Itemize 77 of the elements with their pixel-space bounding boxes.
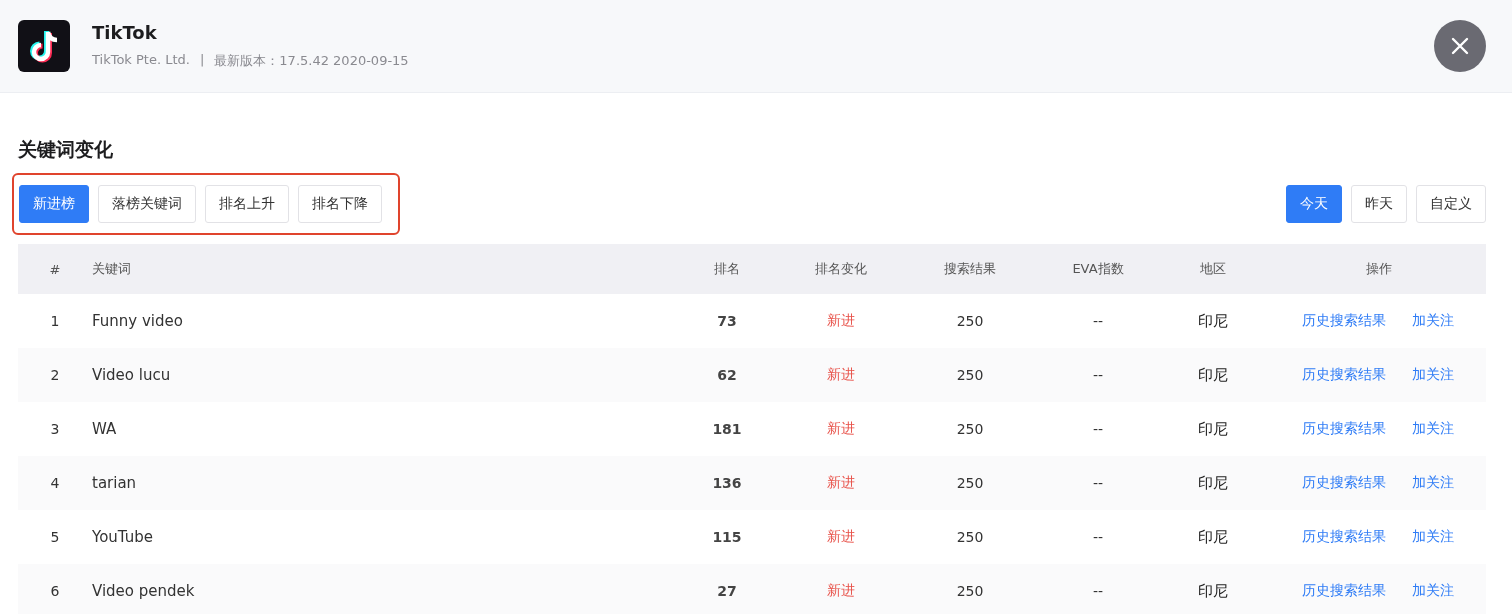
- action-link[interactable]: 加关注: [1412, 582, 1454, 600]
- filter-tab[interactable]: 排名上升: [205, 185, 289, 223]
- keyword-cell-text: Video lucu: [92, 366, 172, 384]
- rank-cell-text: 27: [716, 583, 738, 599]
- publisher-name: TikTok Pte. Ltd.: [92, 52, 190, 69]
- search-results-cell-text: 250: [955, 529, 985, 545]
- rank-change-cell-text: 新进: [826, 582, 856, 600]
- rank-cell-text: 73: [716, 313, 738, 329]
- rank-change-cell-text: 新进: [826, 474, 856, 492]
- rank-change-cell-text: 新进: [826, 366, 856, 384]
- region-cell-text: 印尼: [1197, 581, 1229, 601]
- row-number: 1: [49, 313, 61, 329]
- eva-index-cell-text: --: [1091, 529, 1105, 545]
- rank-change-cell-text: 新进: [826, 420, 856, 438]
- version-info: 最新版本：17.5.42 2020-09-15: [214, 52, 409, 70]
- rank-cell-text: 136: [711, 475, 743, 491]
- region-cell-text: 印尼: [1197, 473, 1229, 493]
- filter-tab[interactable]: 新进榜: [19, 185, 89, 223]
- rank-change-cell-text: 新进: [826, 312, 856, 330]
- keyword-cell-text: tarian: [92, 474, 138, 492]
- action-link[interactable]: 历史搜索结果: [1302, 474, 1386, 492]
- eva-index-cell-text: --: [1091, 475, 1105, 491]
- row-number: 6: [49, 583, 61, 599]
- column-header: 搜索结果: [943, 260, 997, 278]
- filter-tab[interactable]: 落榜关键词: [98, 185, 196, 223]
- eva-index-cell-text: --: [1091, 313, 1105, 329]
- action-link[interactable]: 历史搜索结果: [1302, 528, 1386, 546]
- date-tab[interactable]: 自定义: [1416, 185, 1486, 223]
- search-results-cell-text: 250: [955, 367, 985, 383]
- column-header: 操作: [1365, 260, 1393, 278]
- action-link[interactable]: 历史搜索结果: [1302, 312, 1386, 330]
- rank-change-cell-text: 新进: [826, 528, 856, 546]
- close-icon: [1451, 37, 1469, 55]
- eva-index-cell-text: --: [1091, 583, 1105, 599]
- close-button[interactable]: [1434, 20, 1486, 72]
- column-header: #: [48, 261, 62, 277]
- eva-index-cell-text: --: [1091, 367, 1105, 383]
- action-link[interactable]: 历史搜索结果: [1302, 582, 1386, 600]
- keyword-cell-text: Video pendek: [92, 582, 196, 600]
- separator-text: |: [199, 52, 205, 69]
- section-title: 关键词变化: [18, 137, 114, 162]
- region-cell-text: 印尼: [1197, 311, 1229, 331]
- action-link[interactable]: 历史搜索结果: [1302, 366, 1386, 384]
- rank-cell-text: 115: [711, 529, 743, 545]
- search-results-cell-text: 250: [955, 421, 985, 437]
- date-tab[interactable]: 昨天: [1351, 185, 1407, 223]
- search-results-cell-text: 250: [955, 313, 985, 329]
- row-number: 5: [49, 529, 61, 545]
- region-cell-text: 印尼: [1197, 527, 1229, 547]
- rank-cell-text: 62: [716, 367, 738, 383]
- column-header: 关键词: [92, 260, 132, 278]
- column-header: 排名变化: [814, 260, 868, 278]
- keyword-cell-text: Funny video: [92, 312, 184, 330]
- action-link[interactable]: 加关注: [1412, 366, 1454, 384]
- action-link[interactable]: 加关注: [1412, 420, 1454, 438]
- rank-cell-text: 181: [711, 421, 743, 437]
- music-note-logo-icon: [18, 20, 70, 72]
- action-link[interactable]: 加关注: [1412, 474, 1454, 492]
- column-header: EVA指数: [1071, 260, 1125, 278]
- search-results-cell-text: 250: [955, 475, 985, 491]
- column-header: 地区: [1199, 260, 1227, 278]
- filter-tab[interactable]: 排名下降: [298, 185, 382, 223]
- eva-index-cell-text: --: [1091, 421, 1105, 437]
- action-link[interactable]: 加关注: [1412, 312, 1454, 330]
- app-name: TikTok: [92, 22, 158, 43]
- action-link[interactable]: 加关注: [1412, 528, 1454, 546]
- keyword-cell-text: WA: [92, 420, 118, 438]
- region-cell-text: 印尼: [1197, 365, 1229, 385]
- row-number: 3: [49, 421, 61, 437]
- search-results-cell-text: 250: [955, 583, 985, 599]
- column-header: 排名: [713, 260, 741, 278]
- region-cell-text: 印尼: [1197, 419, 1229, 439]
- row-number: 2: [49, 367, 61, 383]
- action-link[interactable]: 历史搜索结果: [1302, 420, 1386, 438]
- row-number: 4: [49, 475, 61, 491]
- keyword-cell-text: YouTube: [92, 528, 154, 546]
- date-tab[interactable]: 今天: [1286, 185, 1342, 223]
